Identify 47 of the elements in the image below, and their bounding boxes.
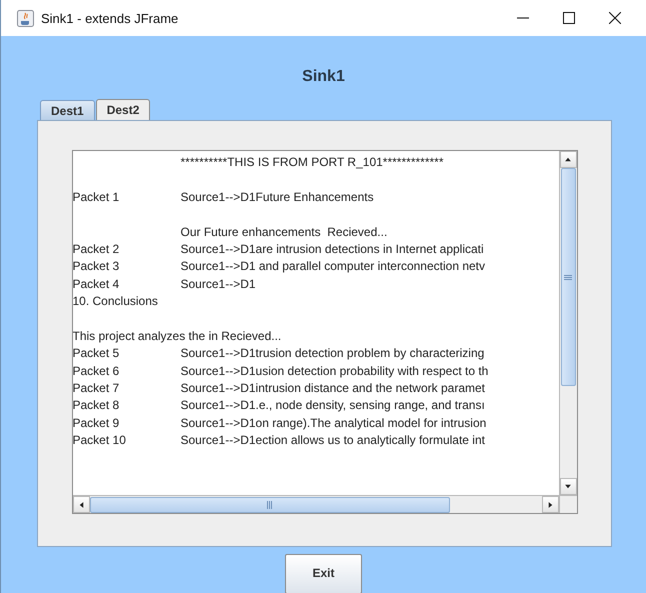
packet-label: Packet 5: [72, 345, 120, 362]
scroll-thumb[interactable]: [560, 168, 576, 386]
tab[interactable]: Dest2: [96, 99, 150, 120]
log-message: Source1-->D1Future Enhancements: [180, 188, 374, 206]
scroll-right-button[interactable]: [542, 496, 558, 513]
close-icon: [609, 12, 621, 24]
left-arrow-icon: [78, 500, 84, 508]
vertical-scrollbar[interactable]: [558, 151, 576, 495]
packet-label: Packet 7: [72, 380, 120, 398]
packet-label: Packet 2: [72, 240, 120, 258]
packet-label: Packet 9: [72, 414, 120, 432]
window-title: Sink1 - extends JFrame: [41, 10, 180, 26]
scrollbar-corner: [558, 495, 576, 513]
java-cup-icon: [17, 10, 34, 26]
packet-label: Packet 8: [72, 397, 120, 414]
exit-button[interactable]: Exit: [285, 554, 362, 593]
log-message: Source1-->D1trusion detection problem by characterizing: [180, 345, 484, 362]
log-message: Our Future enhancements Recieved...: [180, 224, 388, 241]
packet-label: Packet 1: [72, 188, 120, 206]
packet-label: 10. Conclusions: [72, 293, 158, 310]
packet-label: Packet 4: [72, 276, 120, 293]
scroll-left-button[interactable]: [72, 496, 90, 513]
scroll-up-button[interactable]: [560, 151, 576, 168]
up-arrow-icon: [564, 157, 572, 162]
maximize-icon: [563, 12, 575, 24]
log-message: Source1-->D1usion detection probability with respect to th: [180, 362, 488, 380]
right-arrow-icon: [548, 500, 552, 508]
log-message: Source1-->D1are intrusion detections in Internet applicati: [180, 240, 484, 258]
packet-label: Packet 10: [72, 432, 127, 450]
log-message: Source1-->D1 and parallel computer interconnection netv: [180, 258, 486, 276]
down-arrow-icon: [564, 484, 572, 489]
scroll-thumb[interactable]: [90, 496, 450, 512]
packet-label: Packet 6: [72, 362, 120, 380]
log-message: Source1-->D1.e., node density, sensing range, and transı: [180, 397, 485, 414]
log-message: Source1-->D1ection allows us to analytically formulate int: [180, 432, 485, 450]
log-message: Source1-->D1: [180, 276, 256, 293]
heading: Sink1: [302, 68, 345, 87]
scroll-down-button[interactable]: [560, 478, 576, 495]
tab[interactable]: Dest1: [40, 100, 95, 120]
log-text-area[interactable]: [72, 150, 578, 514]
minimize-icon: [517, 17, 529, 19]
log-message: **********THIS IS FROM PORT R_101*************: [180, 154, 444, 171]
log-message: Source1-->D1on range).The analytical model for intrusion: [180, 414, 486, 432]
horizontal-scrollbar[interactable]: [72, 495, 558, 513]
log-message: Source1-->D1intrusion distance and the network paramet: [180, 380, 485, 398]
packet-label: This project analyzes the in Recieved...: [72, 328, 282, 345]
packet-label: Packet 3: [72, 258, 120, 276]
